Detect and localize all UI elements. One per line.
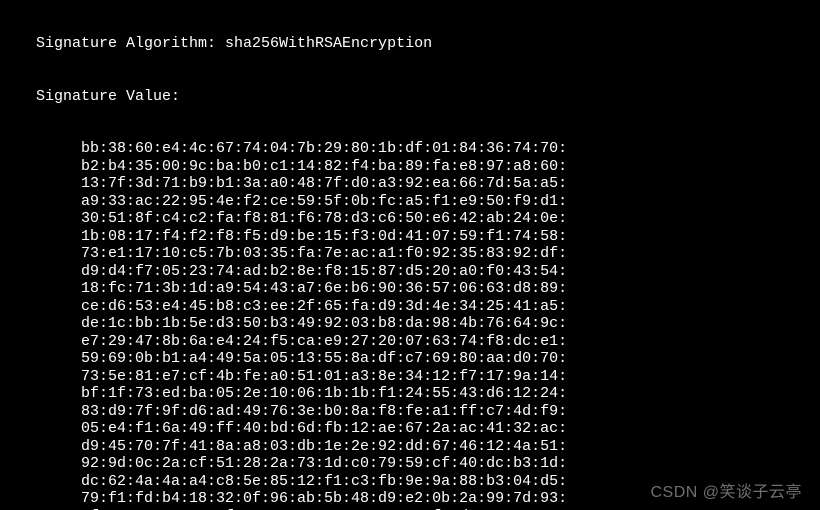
terminal-output: Signature Algorithm: sha256WithRSAEncryp… [0, 0, 820, 510]
signature-hex-line: 13:7f:3d:71:b9:b1:3a:a0:48:7f:d0:a3:92:e… [0, 175, 820, 193]
signature-hex-line: bf:1f:73:ed:ba:05:2e:10:06:1b:1b:f1:24:5… [0, 385, 820, 403]
signature-hex-line: 92:9d:0c:2a:cf:51:28:2a:73:1d:c0:79:59:c… [0, 455, 820, 473]
signature-hex-line: 73:e1:17:10:c5:7b:03:35:fa:7e:ac:a1:f0:9… [0, 245, 820, 263]
signature-hex-line: 05:e4:f1:6a:49:ff:40:bd:6d:fb:12:ae:67:2… [0, 420, 820, 438]
signature-hex-line: ce:d6:53:e4:45:b8:c3:ee:2f:65:fa:d9:3d:4… [0, 298, 820, 316]
signature-hex-line: 30:51:8f:c4:c2:fa:f8:81:f6:78:d3:c6:50:e… [0, 210, 820, 228]
signature-hex-line: 83:d9:7f:9f:d6:ad:49:76:3e:b0:8a:f8:fe:a… [0, 403, 820, 421]
signature-hex-line: d9:45:70:7f:41:8a:a8:03:db:1e:2e:92:dd:6… [0, 438, 820, 456]
signature-value-label: Signature Value: [0, 88, 820, 106]
signature-hex-line: 73:5e:81:e7:cf:4b:fe:a0:51:01:a3:8e:34:1… [0, 368, 820, 386]
signature-hex-block: bb:38:60:e4:4c:67:74:04:7b:29:80:1b:df:0… [0, 140, 820, 510]
signature-hex-line: d9:d4:f7:05:23:74:ad:b2:8e:f8:15:87:d5:2… [0, 263, 820, 281]
signature-hex-line: 59:69:0b:b1:a4:49:5a:05:13:55:8a:df:c7:6… [0, 350, 820, 368]
signature-hex-line: b2:b4:35:00:9c:ba:b0:c1:14:82:f4:ba:89:f… [0, 158, 820, 176]
signature-hex-line: 18:fc:71:3b:1d:a9:54:43:a7:6e:b6:90:36:5… [0, 280, 820, 298]
signature-hex-line: de:1c:bb:1b:5e:d3:50:b3:49:92:03:b8:da:9… [0, 315, 820, 333]
signature-hex-line: bb:38:60:e4:4c:67:74:04:7b:29:80:1b:df:0… [0, 140, 820, 158]
signature-hex-line: e7:29:47:8b:6a:e4:24:f5:ca:e9:27:20:07:6… [0, 333, 820, 351]
watermark-text: CSDN @笑谈子云亭 [650, 478, 802, 502]
signature-hex-line: 1b:08:17:f4:f2:f8:f5:d9:be:15:f3:0d:41:0… [0, 228, 820, 246]
signature-hex-line: a9:33:ac:22:95:4e:f2:ce:59:5f:0b:fc:a5:f… [0, 193, 820, 211]
signature-algorithm-line: Signature Algorithm: sha256WithRSAEncryp… [0, 35, 820, 53]
